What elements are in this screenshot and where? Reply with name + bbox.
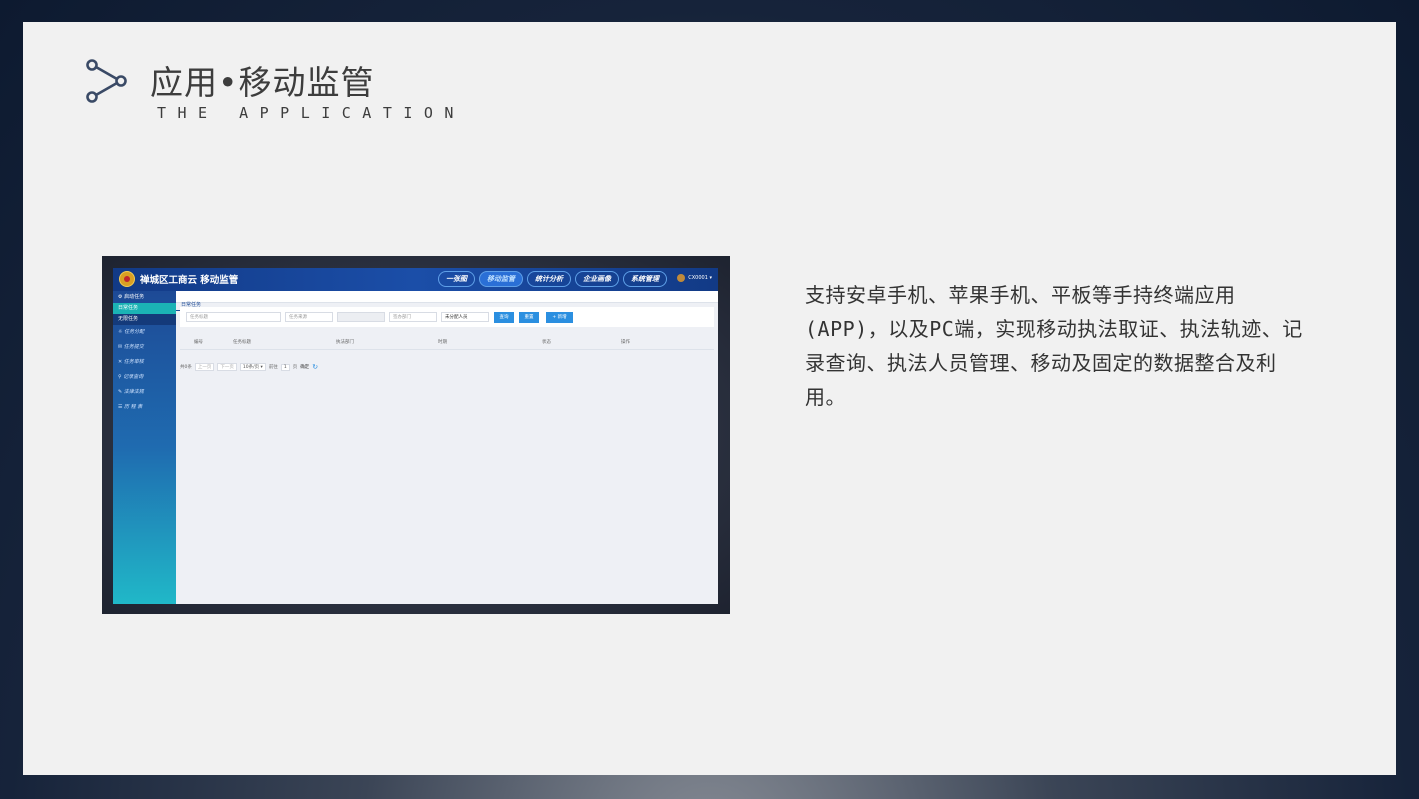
dept-select[interactable]: 签办部门 [389, 312, 437, 322]
sidebar-item-label: 任务审核 [123, 359, 144, 365]
slide: 应用•移动监管 THE APPLICATION 禅城区工商云 移动监管 一张图 … [23, 22, 1396, 775]
nav-item-system-management[interactable]: 系统管理 [623, 271, 667, 287]
user-name: CX0001 ▾ [688, 275, 712, 281]
prev-page-button[interactable]: 上一页 [194, 363, 215, 371]
column-header: 编号 [194, 340, 203, 345]
app-header: 禅城区工商云 移动监管 一张图 移动监管 统计分析 企业画像 系统管理 CX00… [113, 268, 718, 291]
nav-item-statistics[interactable]: 统计分析 [527, 271, 571, 287]
column-header: 操作 [621, 340, 630, 345]
sidebar-item-submit[interactable]: ✉ 任务提交 [113, 340, 176, 355]
goto-label: 前往 [268, 365, 278, 370]
sidebar-item-laws[interactable]: ✎ 法律法规 [113, 385, 176, 400]
add-button[interactable]: + 新增 [546, 312, 573, 323]
sidebar-item-assign[interactable]: ☼ 任务分配 [113, 325, 176, 340]
sidebar-item-history[interactable]: ☰ 历 程 表 [113, 400, 176, 415]
column-header: 任务标题 [233, 340, 251, 345]
sidebar-item-unlimited-task[interactable]: 无限任务 [113, 314, 176, 325]
reset-button[interactable]: 重置 [519, 312, 539, 323]
top-nav: 一张图 移动监管 统计分析 企业画像 系统管理 [438, 271, 667, 287]
column-header: 状态 [542, 340, 551, 345]
sidebar-section-label: 启动任务 [124, 294, 145, 300]
column-header: 时期 [438, 340, 447, 345]
sidebar-item-review[interactable]: ✕ 任务审核 [113, 355, 176, 370]
sidebar-item-label: 记录查询 [123, 374, 144, 380]
avatar [677, 274, 686, 282]
sidebar-item-daily-task[interactable]: 日常任务 [113, 303, 176, 314]
query-button[interactable]: 查询 [494, 312, 514, 323]
filter-bar: 任务标题 任务来源 签办部门 未分配人员 查询 重置 + 新增 [180, 307, 714, 327]
column-header: 执法部门 [336, 340, 354, 345]
sidebar-item-label: 任务分配 [124, 329, 145, 335]
nav-item-map[interactable]: 一张图 [438, 271, 475, 287]
sidebar-item-label: 法律法规 [123, 389, 144, 395]
sidebar-item-records[interactable]: ⚲ 记录查询 [113, 370, 176, 385]
page-unit: 页 [292, 365, 298, 370]
app-title: 禅城区工商云 移动监管 [140, 275, 239, 286]
app-screenshot: 禅城区工商云 移动监管 一张图 移动监管 统计分析 企业画像 系统管理 CX00… [102, 256, 730, 614]
description-text: 支持安卓手机、苹果手机、平板等手持终端应用(APP)，以及PC端，实现移动执法取… [805, 283, 1303, 409]
nav-item-enterprise-profile[interactable]: 企业画像 [575, 271, 619, 287]
nav-item-mobile-supervision[interactable]: 移动监管 [479, 271, 523, 287]
user-menu[interactable]: CX0001 ▾ [677, 274, 712, 282]
app-window: 禅城区工商云 移动监管 一张图 移动监管 统计分析 企业画像 系统管理 CX00… [113, 268, 718, 604]
sidebar: ⚙ 启动任务 日常任务 无限任务 ☼ 任务分配 ✉ 任务提交 ✕ 任务审核 ⚲ … [113, 291, 176, 604]
tab-bar: 日常任务 [176, 291, 718, 311]
sidebar-item-label: 任务提交 [123, 344, 144, 350]
confirm-button[interactable]: 确定 [300, 364, 309, 370]
page-size-select[interactable]: 10条/页 ▾ [239, 363, 266, 371]
task-source-select[interactable]: 任务来源 [285, 312, 333, 322]
next-page-button[interactable]: 下一页 [217, 363, 237, 371]
share-icon [86, 59, 127, 103]
table-header: 编号 任务标题 执法部门 时期 状态 操作 [180, 335, 714, 350]
sidebar-item-label: 历 程 表 [124, 404, 143, 410]
page-subtitle: THE APPLICATION [157, 104, 465, 122]
total-count: 共0条 [180, 365, 192, 370]
page-title: 应用•移动监管 [150, 63, 375, 102]
date-select[interactable] [337, 312, 385, 322]
pagination: 共0条 上一页 下一页 10条/页 ▾ 前往 1 页 确定 ↻ [180, 363, 318, 371]
emblem-icon [119, 271, 135, 287]
sidebar-section[interactable]: ⚙ 启动任务 [113, 291, 176, 303]
task-title-input[interactable]: 任务标题 [186, 312, 281, 322]
goto-page-input[interactable]: 1 [280, 363, 290, 371]
main-content: 日常任务 任务标题 任务来源 签办部门 未分配人员 查询 重置 + 新增 编号 … [176, 291, 718, 604]
refresh-icon[interactable]: ↻ [312, 363, 318, 371]
person-select[interactable]: 未分配人员 [441, 312, 489, 322]
